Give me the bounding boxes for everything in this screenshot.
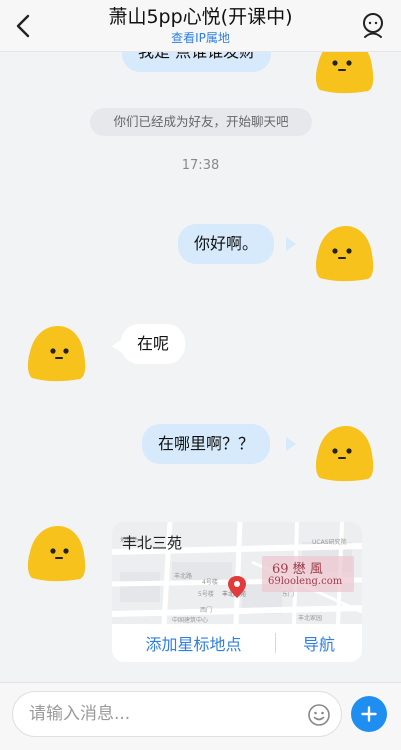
add-attachment-button[interactable] [351,696,387,732]
my-avatar[interactable] [312,422,376,482]
message-text: 在哪里啊？？ [158,434,255,453]
map-label: 丰北家园 [298,614,322,622]
message-text: 你好啊。 [194,234,259,253]
contact-profile-button[interactable] [359,12,387,40]
title-block: 萧山5pp心悦(开课中) 查看IP属地 [60,4,341,46]
navigate-button[interactable]: 导航 [276,631,362,655]
location-name: 丰北三苑 [122,534,183,552]
message-input-container [12,691,342,737]
message-timestamp: 17:38 [181,158,220,173]
back-button[interactable] [10,12,36,40]
contact-profile-icon [363,13,383,38]
message-text: 在呢 [137,334,170,353]
chat-header: 萧山5pp心悦(开课中) 查看IP属地 [0,0,401,52]
friend-added-notice: 你们已经成为好友，开始聊天吧 [90,108,312,136]
message-bubble-sent[interactable]: 在哪里啊？？ [142,424,271,464]
message-input-bar [0,682,401,750]
location-actions: 添加星标地点 导航 [112,624,362,662]
map-label: 西门 [200,606,212,614]
my-avatar[interactable] [312,52,376,94]
back-chevron-icon [16,14,30,38]
add-star-location-button[interactable]: 添加星标地点 [112,631,275,655]
contact-avatar[interactable] [24,522,88,582]
watermark-title: 69 懋 風 [272,562,323,577]
message-bubble-received[interactable]: 在呢 [121,324,186,364]
message-text: 我是 点谁谁发财 [138,52,255,61]
my-avatar[interactable] [312,222,376,282]
emoji-icon[interactable] [307,703,331,727]
plus-icon [361,706,377,722]
map-label: 丰北路 [174,572,192,580]
contact-avatar[interactable] [24,322,88,382]
bubble-tail [286,437,296,451]
map-label: 中国建筑中心 [172,616,208,624]
chat-title: 萧山5pp心悦(开课中) [108,6,293,28]
message-input[interactable] [29,692,299,736]
map-label: UCAS研究院 [312,538,347,546]
view-ip-location-link[interactable]: 查看IP属地 [60,30,341,46]
map-label: 5号楼 [198,590,214,598]
message-bubble-partial: 我是 点谁谁发财 [122,52,272,72]
watermark-logo: 69 懋 風 69looleng.com [262,556,354,592]
message-bubble-sent[interactable]: 你好啊。 [178,224,275,264]
message-list[interactable]: 我是 点谁谁发财 你们已经成为好友，开始聊天吧 17:38 你好啊。 在呢 在哪… [0,52,401,682]
watermark-url: 69looleng.com [268,576,343,587]
location-card[interactable]: 地铁站 丰北路 4号楼 5号楼 西门 东门 丰北家园 丰北三苑 UCAS研究院 … [112,522,362,662]
map-label: 4号楼 [202,578,218,586]
bubble-tail [286,237,296,251]
